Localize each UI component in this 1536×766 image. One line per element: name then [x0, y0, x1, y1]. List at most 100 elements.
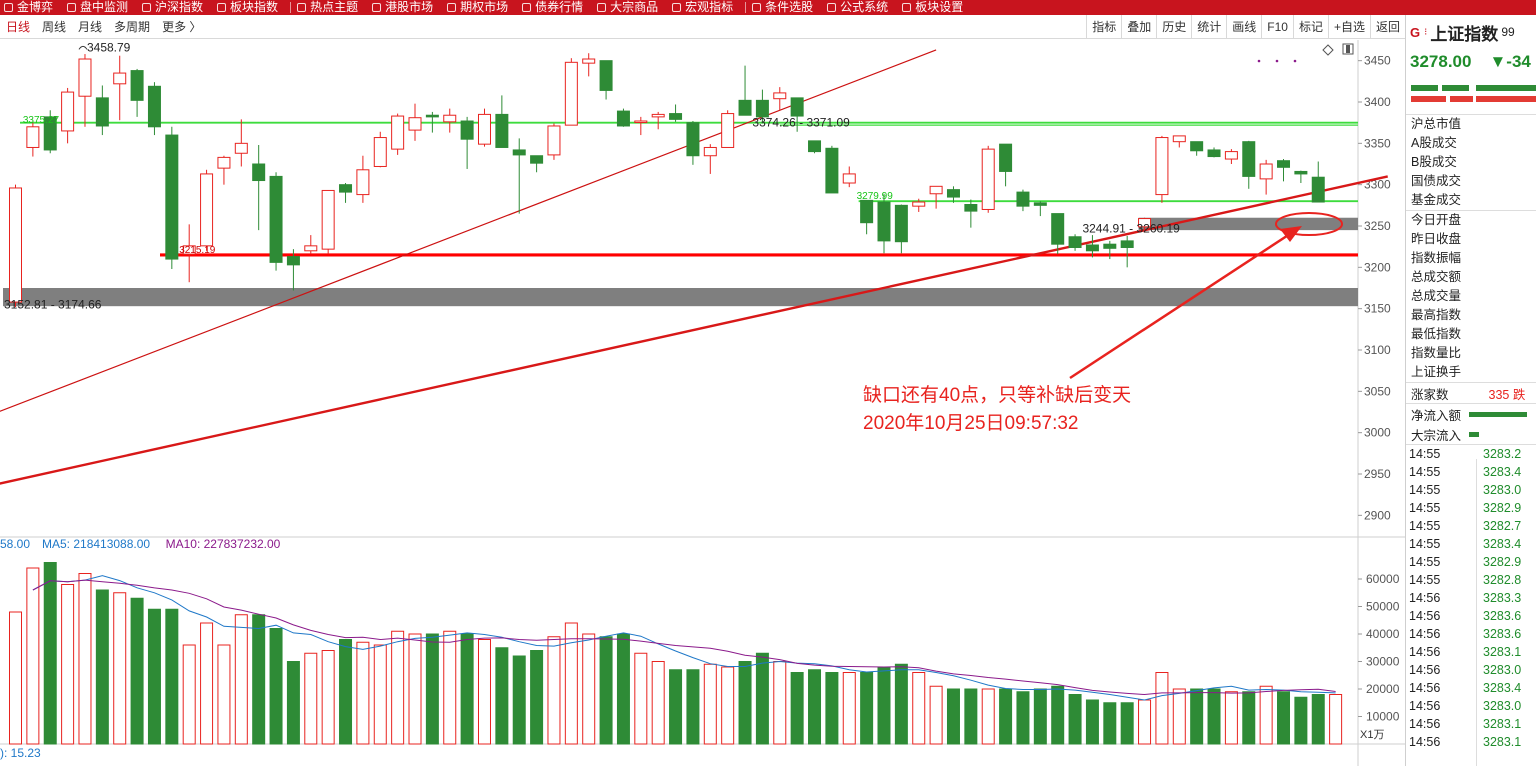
period-tab-2[interactable]: 月线 [72, 18, 108, 35]
top-menu-7[interactable]: 期权市场 [443, 0, 518, 15]
top-menu-6[interactable]: 港股市场 [368, 0, 443, 15]
top-menu-label: 公式系统 [840, 0, 889, 14]
tool-button-4[interactable]: 画线 [1226, 15, 1261, 39]
tool-button-3[interactable]: 统计 [1191, 15, 1226, 39]
volume-bar [443, 630, 457, 745]
candle-body [391, 115, 405, 150]
volume-bar [356, 641, 370, 745]
volume-bar [95, 589, 109, 745]
volume-bar [1311, 694, 1325, 745]
tick-row: 14:56 3283.3 [1406, 589, 1536, 607]
candle-body [95, 97, 109, 127]
vol-tick-label: 30000 [1366, 655, 1400, 669]
y-tick-label: 3450 [1364, 54, 1391, 68]
index-stats-section: 今日开盘 昨日收盘 指数振幅 总成交额 总成交量 最高指数 最低指数 指数量比 上证换手 [1406, 211, 1536, 382]
volume-bar [408, 633, 422, 745]
tick-row: 14:56 3283.6 [1406, 625, 1536, 643]
block-inflow-bar [1469, 431, 1480, 437]
top-menu-5[interactable]: 热点主题 [293, 0, 368, 15]
tool-button-7[interactable]: +自选 [1327, 15, 1370, 39]
tick-list[interactable]: 14:55 3283.2 14:55 3283.4 14:55 3283.0 14:55 32… [1406, 445, 1536, 751]
tool-button-0[interactable]: 指标 [1086, 15, 1121, 39]
candle-body [1120, 240, 1134, 248]
tool-button-8[interactable]: 返回 [1369, 15, 1405, 39]
volume-bar [877, 666, 891, 745]
top-menu-11[interactable]: 条件选股 [748, 0, 823, 15]
tick-row: 14:56 3283.1 [1406, 715, 1536, 733]
rise-count-value: 335 跌 [1488, 387, 1526, 402]
option-icon [447, 3, 457, 12]
tick-time: 14:56 [1409, 681, 1441, 695]
volume-bar [912, 672, 926, 745]
candle-body [1016, 191, 1030, 207]
period-tab-4[interactable]: 更多 〉 [156, 18, 207, 35]
volume-bar [564, 622, 578, 745]
candle-body [721, 113, 735, 148]
top-menu-2[interactable]: 盘中监测 [63, 0, 138, 15]
tool-button-2[interactable]: 历史 [1156, 15, 1191, 39]
volume-bar [252, 614, 266, 745]
rise-count-row: 涨家数 335 跌 [1406, 383, 1536, 403]
tool-button-1[interactable]: 叠加 [1121, 15, 1156, 39]
candle-body [1051, 213, 1065, 245]
kline-chart[interactable]: 2900295030003050310031503200325033003350… [0, 40, 1405, 766]
candle-body [1190, 141, 1204, 152]
volume-bar [1103, 702, 1117, 745]
top-menu-1[interactable]: 金博弈 [0, 0, 63, 15]
candle-body [26, 126, 40, 148]
period-tab-0[interactable]: 日线 [0, 18, 36, 35]
period-tab-3[interactable]: 多周期 [108, 18, 156, 35]
volume-bar [1068, 694, 1082, 745]
volume-bar [530, 650, 544, 745]
candle-body [9, 187, 22, 303]
volume-bar [269, 628, 283, 745]
volume-bar [616, 633, 630, 745]
net-inflow-bar [1469, 411, 1528, 417]
top-menu-10[interactable]: 宏观指标 [668, 0, 743, 15]
tool-button-5[interactable]: F10 [1261, 15, 1293, 39]
vol-legend: MA10: 227837232.00 [166, 537, 281, 551]
top-menu-3[interactable]: 沪深指数 [138, 0, 213, 15]
price-label: 3458.79 [87, 40, 131, 54]
tick-time: 14:55 [1409, 555, 1441, 569]
volume-bar [842, 672, 856, 745]
candle-body [634, 120, 648, 124]
index-icon [142, 3, 152, 12]
top-menu-9[interactable]: 大宗商品 [593, 0, 668, 15]
volume-bar [1207, 688, 1221, 745]
tick-time: 14:55 [1409, 465, 1441, 479]
top-menu-13[interactable]: 板块设置 [898, 0, 973, 15]
candle-body [530, 155, 544, 164]
volume-bar [512, 655, 526, 745]
tick-time: 14:56 [1409, 663, 1441, 677]
volume-bar [1294, 696, 1308, 745]
g-icon[interactable]: G [1410, 25, 1420, 40]
hk-icon [372, 3, 382, 12]
period-tab-1[interactable]: 周线 [36, 18, 72, 35]
price-change: ▼-34 [1489, 52, 1531, 71]
chart-tools: 指标 叠加 历史 统计 画线 F10 标记 +自选 返回 [1086, 15, 1405, 39]
index-code: 99 [1501, 25, 1515, 39]
top-menu-12[interactable]: 公式系统 [823, 0, 898, 15]
candle-body [460, 120, 474, 140]
candle-body [339, 184, 353, 193]
y-tick-label: 3200 [1364, 260, 1391, 274]
volume-bar [599, 636, 613, 745]
tool-button-6[interactable]: 标记 [1292, 15, 1328, 39]
stat-label: 国债成交 [1411, 174, 1462, 188]
volume-bar [1085, 699, 1099, 745]
top-menu-4[interactable]: 板块指数 [213, 0, 288, 15]
candle-body [860, 199, 874, 224]
vol-tick-label: 50000 [1366, 600, 1400, 614]
candle-body [773, 92, 787, 100]
tick-time: 14:56 [1409, 609, 1441, 623]
volume-bar [234, 614, 248, 745]
top-menu-8[interactable]: 债券行情 [518, 0, 593, 15]
volume-bar [495, 647, 509, 745]
candle-body [252, 163, 266, 182]
volume-bar [738, 661, 752, 745]
annotation-line1: 缺口还有40点，只等补缺后变天 [863, 385, 1132, 406]
volume-bar [634, 652, 648, 745]
vol-tick-label: 10000 [1366, 710, 1400, 724]
stat-label: B股成交 [1411, 155, 1457, 169]
